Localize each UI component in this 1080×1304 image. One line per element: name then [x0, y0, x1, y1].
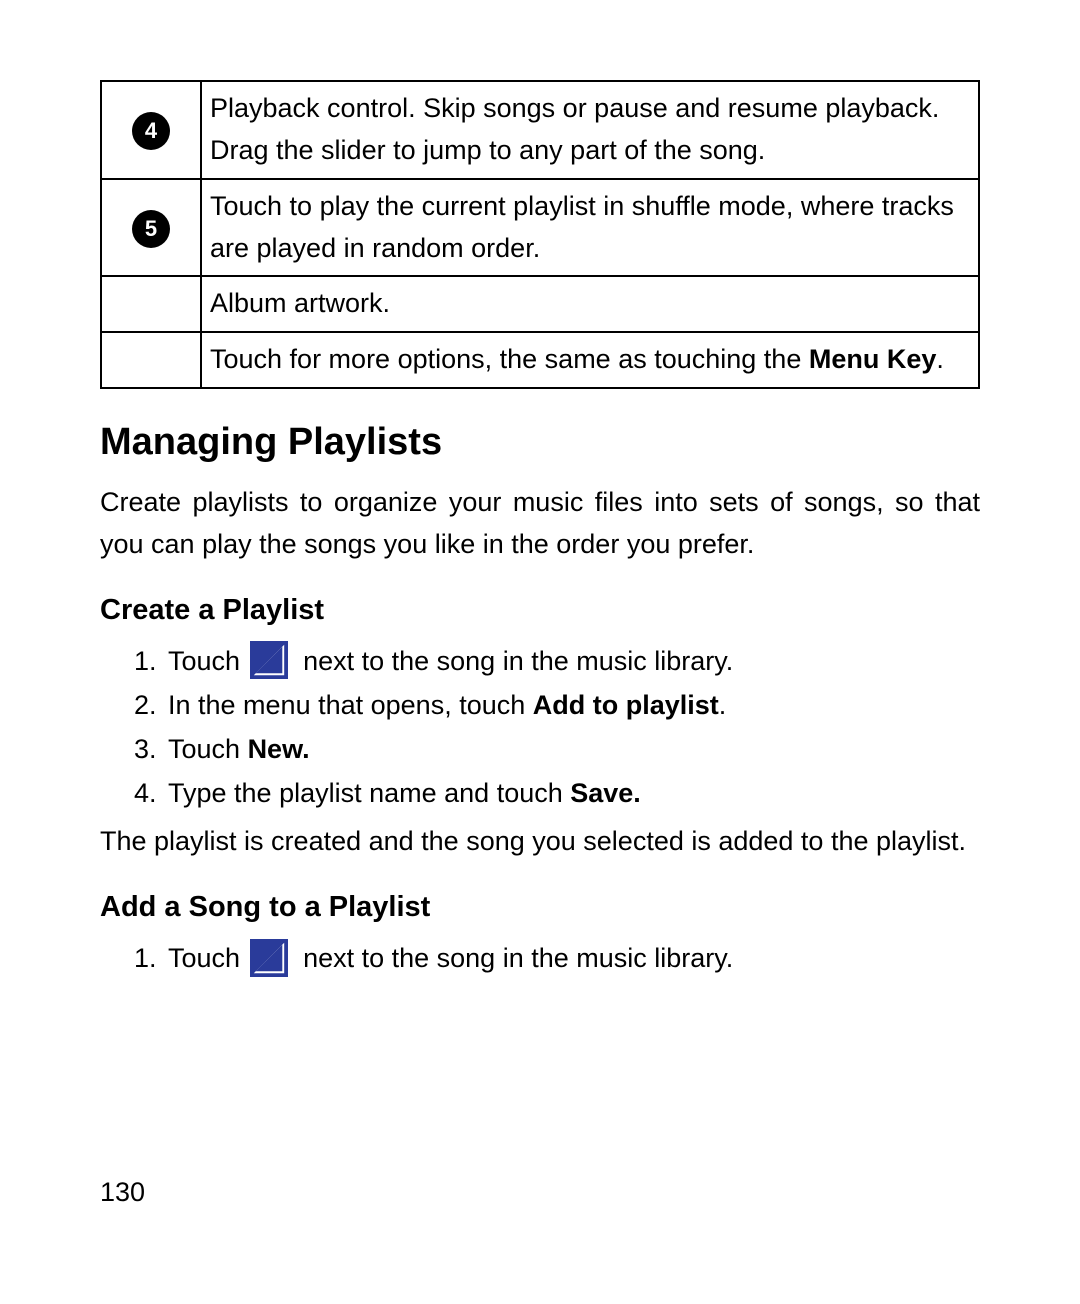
step-text-pre: Type the playlist name and touch	[168, 778, 570, 808]
add-song-steps: Touch next to the song in the music libr…	[100, 938, 980, 981]
table-row: 5 Touch to play the current playlist in …	[101, 179, 979, 277]
row-text-pre: Touch for more options, the same as touc…	[210, 344, 809, 374]
step-text-pre: In the menu that opens, touch	[168, 690, 533, 720]
section-heading: Managing Playlists	[100, 413, 980, 472]
intro-paragraph: Create playlists to organize your music …	[100, 482, 980, 566]
create-playlist-steps: Touch next to the song in the music libr…	[100, 641, 980, 815]
step-text-pre: Touch	[168, 734, 248, 764]
description-table: 4 Playback control. Skip songs or pause …	[100, 80, 980, 389]
save-label: Save.	[570, 778, 641, 808]
menu-key-label: Menu Key	[809, 344, 937, 374]
list-item: Touch next to the song in the music libr…	[164, 641, 980, 684]
row-number-cell-empty	[101, 332, 201, 388]
new-label: New.	[248, 734, 310, 764]
row-text-cell: Album artwork.	[201, 276, 979, 332]
subsection-create-playlist: Create a Playlist	[100, 588, 980, 633]
row-text-cell: Touch for more options, the same as touc…	[201, 332, 979, 388]
step-text-post: next to the song in the music library.	[296, 646, 734, 676]
number-badge-4: 4	[132, 112, 170, 150]
row-text-cell: Playback control. Skip songs or pause an…	[201, 81, 979, 179]
step-text-post: .	[719, 690, 727, 720]
table-row: Touch for more options, the same as touc…	[101, 332, 979, 388]
table-row: 4 Playback control. Skip songs or pause …	[101, 81, 979, 179]
table-row: Album artwork.	[101, 276, 979, 332]
subsection-add-song: Add a Song to a Playlist	[100, 885, 980, 930]
arrow-icon	[250, 939, 288, 977]
row-number-cell: 4	[101, 81, 201, 179]
arrow-icon	[250, 641, 288, 679]
row-text-post: .	[936, 344, 944, 374]
add-to-playlist-label: Add to playlist	[533, 690, 719, 720]
row-number-cell-empty	[101, 276, 201, 332]
list-item: Touch New.	[164, 729, 980, 771]
manual-page: 4 Playback control. Skip songs or pause …	[0, 0, 1080, 1304]
page-number: 130	[100, 1172, 145, 1214]
step-text-post: next to the song in the music library.	[296, 943, 734, 973]
row-number-cell: 5	[101, 179, 201, 277]
after-steps-paragraph: The playlist is created and the song you…	[100, 821, 980, 863]
list-item: Touch next to the song in the music libr…	[164, 938, 980, 981]
row-text-cell: Touch to play the current playlist in sh…	[201, 179, 979, 277]
number-badge-5: 5	[132, 210, 170, 248]
step-text-pre: Touch	[168, 646, 248, 676]
list-item: In the menu that opens, touch Add to pla…	[164, 685, 980, 727]
list-item: Type the playlist name and touch Save.	[164, 773, 980, 815]
step-text-pre: Touch	[168, 943, 248, 973]
